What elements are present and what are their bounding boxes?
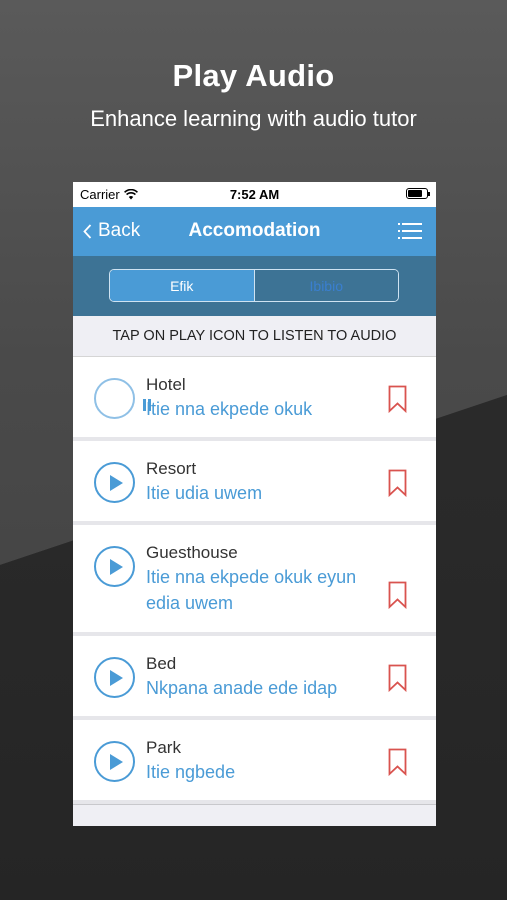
promo-subtitle: Enhance learning with audio tutor [90, 106, 417, 131]
play-icon [110, 559, 123, 575]
efik-translation: Itie ngbede [146, 762, 236, 782]
english-word: Resort [146, 459, 197, 478]
english-word: Bed [146, 654, 177, 673]
navigation-bar: Back Accomodation [73, 207, 436, 256]
play-button[interactable] [94, 657, 135, 698]
status-time: 7:52 AM [229, 187, 280, 202]
efik-translation: Itie udia uwem [146, 483, 263, 503]
play-button[interactable] [94, 462, 135, 503]
language-segment-area: Efik Ibibio [73, 256, 436, 316]
bookmark-icon[interactable] [388, 748, 407, 776]
bookmark-icon[interactable] [388, 581, 407, 609]
promo-title: Play Audio [172, 58, 335, 93]
battery-icon [406, 188, 430, 199]
efik-translation: Itie nna ekpede okuk [146, 399, 313, 419]
bookmark-icon[interactable] [388, 664, 407, 692]
status-bar: Carrier 7:52 AM [73, 182, 436, 207]
play-icon [110, 670, 123, 686]
list-item: Park Itie ngbede [73, 720, 436, 804]
list-item: Hotel Itie nna ekpede okuk [73, 357, 436, 441]
play-button[interactable] [94, 741, 135, 782]
menu-icon[interactable] [398, 223, 422, 239]
list-item: Guesthouse Itie nna ekpede okuk eyun edi… [73, 525, 436, 636]
instruction-banner: TAP ON PLAY ICON TO LISTEN TO AUDIO [73, 316, 436, 357]
english-word: Guesthouse [146, 543, 238, 562]
list-item: Resort Itie udia uwem [73, 441, 436, 525]
english-word: Hotel [146, 375, 186, 394]
language-segmented-control: Efik Ibibio [109, 269, 399, 302]
play-icon [110, 475, 123, 491]
segment-ibibio[interactable]: Ibibio [254, 270, 398, 301]
efik-translation: Nkpana anade ede idap [146, 678, 338, 698]
bookmark-icon[interactable] [388, 469, 407, 497]
play-button[interactable] [94, 546, 135, 587]
play-icon [110, 754, 123, 770]
nav-title: Accomodation [188, 220, 321, 241]
efik-translation: Itie nna ekpede okuk eyun edia uwem [146, 567, 357, 613]
phrase-list: Hotel Itie nna ekpede okuk Resort Itie u… [73, 357, 436, 804]
list-item: Bed Nkpana anade ede idap [73, 636, 436, 720]
phone-screen: Carrier 7:52 AM Back Accomodation Efik I… [73, 182, 436, 826]
segment-efik[interactable]: Efik [110, 270, 255, 301]
play-button[interactable] [94, 378, 135, 419]
bookmark-icon[interactable] [388, 385, 407, 413]
english-word: Park [146, 738, 181, 757]
